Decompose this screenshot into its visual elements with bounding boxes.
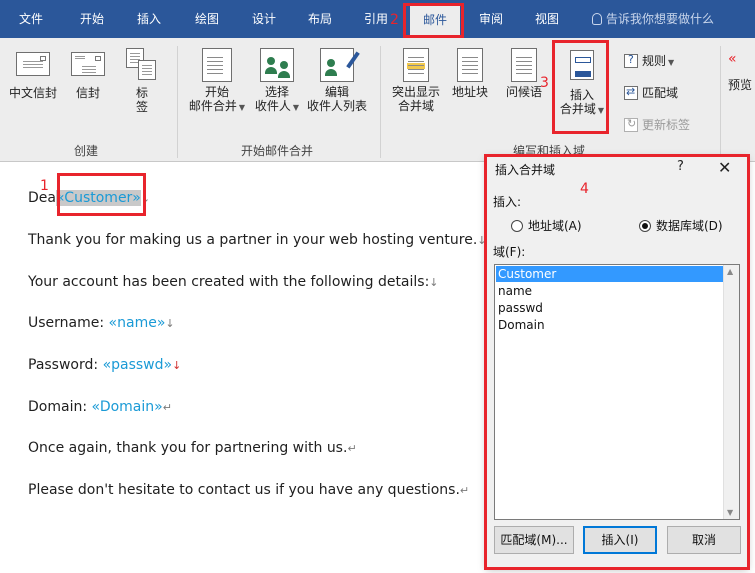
- chevron-down-icon: ▼: [668, 58, 675, 67]
- paragraph-contact[interactable]: Please don't hesitate to contact us if y…: [28, 482, 469, 498]
- envelope-icon: [71, 52, 105, 76]
- ribbon-tab-bar: 文件 开始 插入 绘图 设计 布局 引用 邮件 审阅 视图 告诉我你想要做什么: [0, 0, 755, 38]
- annotation-number-4: 4: [580, 181, 589, 197]
- edit-recipient-list-button[interactable]: 编辑 收件人列表: [304, 48, 370, 113]
- paragraph-domain[interactable]: Domain: «Domain»↵: [28, 399, 172, 415]
- preview-results-button[interactable]: « 预览: [728, 52, 755, 92]
- tab-review[interactable]: 审阅: [468, 0, 514, 38]
- match-fields-button[interactable]: 匹配域: [624, 84, 678, 101]
- chevron-down-icon: ▼: [292, 103, 300, 112]
- group-separator: [177, 46, 178, 158]
- highlight-merge-fields-button[interactable]: 突出显示 合并域: [388, 48, 444, 113]
- tell-me-text: 告诉我你想要做什么: [606, 12, 715, 26]
- paragraph-once-again[interactable]: Once again, thank you for partnering wit…: [28, 440, 357, 456]
- annotation-number-2: 2: [390, 12, 399, 28]
- group-separator: [380, 46, 381, 158]
- paragraph-password[interactable]: Password: «passwd»↓: [28, 357, 181, 373]
- labels-button[interactable]: 标 签: [122, 48, 162, 114]
- address-block-button[interactable]: 地址块: [446, 48, 494, 99]
- chinese-envelope-button[interactable]: 中文信封: [6, 52, 60, 100]
- tab-draw[interactable]: 绘图: [182, 0, 232, 38]
- tab-file[interactable]: 文件: [8, 0, 54, 38]
- greeting-line-button[interactable]: 问候语: [500, 48, 548, 99]
- preview-icon: «: [728, 51, 737, 67]
- group-separator: [720, 46, 721, 158]
- paragraph-username[interactable]: Username: «name»↓: [28, 315, 175, 331]
- merge-field-domain[interactable]: «Domain»: [92, 399, 163, 415]
- tell-me-search[interactable]: 告诉我你想要做什么: [592, 0, 714, 38]
- group-label-start-merge: 开始邮件合并: [241, 144, 314, 158]
- rules-button[interactable]: 规则▼: [624, 52, 674, 69]
- annotation-box-dialog: [484, 154, 750, 570]
- edit-list-icon: [320, 48, 360, 82]
- tab-layout[interactable]: 布局: [296, 0, 344, 38]
- greeting-document-icon: [511, 48, 537, 82]
- highlight-document-icon: [403, 48, 429, 82]
- document-stack-icon: [202, 48, 232, 82]
- merge-field-passwd[interactable]: «passwd»: [103, 357, 173, 373]
- tab-home[interactable]: 开始: [66, 0, 118, 38]
- merge-field-name[interactable]: «name»: [109, 315, 166, 331]
- annotation-number-3: 3: [540, 75, 549, 91]
- match-fields-icon: [624, 85, 638, 100]
- envelope-icon: [16, 52, 50, 76]
- tab-insert[interactable]: 插入: [124, 0, 174, 38]
- annotation-box-insert-field: [552, 40, 609, 134]
- address-document-icon: [457, 48, 483, 82]
- refresh-icon: [624, 117, 638, 132]
- group-label-create: 创建: [74, 144, 99, 158]
- paragraph-thanks[interactable]: Thank you for making us a partner in you…: [28, 232, 487, 248]
- paragraph-account[interactable]: Your account has been created with the f…: [28, 274, 439, 290]
- rules-icon: [624, 53, 638, 68]
- lightbulb-icon: [592, 13, 602, 25]
- select-recipients-button[interactable]: 选择 收件人 ▼: [250, 48, 304, 115]
- labels-icon: [126, 48, 158, 82]
- update-labels-button: 更新标签: [624, 116, 690, 133]
- annotation-box-mailings-tab: [403, 3, 464, 38]
- tab-view[interactable]: 视图: [524, 0, 570, 38]
- chevron-down-icon: ▼: [238, 103, 246, 112]
- annotation-box-customer-field: [57, 173, 146, 216]
- envelope-button[interactable]: 信封: [66, 52, 110, 100]
- ribbon-mailings: 中文信封 信封 标 签 创建 开始 邮件合并 ▼ 选择 收件人 ▼ 编辑 收件人列表…: [0, 38, 755, 162]
- recipients-icon: [260, 48, 294, 82]
- tab-design[interactable]: 设计: [240, 0, 288, 38]
- start-mail-merge-button[interactable]: 开始 邮件合并 ▼: [186, 48, 248, 115]
- annotation-number-1: 1: [40, 178, 49, 194]
